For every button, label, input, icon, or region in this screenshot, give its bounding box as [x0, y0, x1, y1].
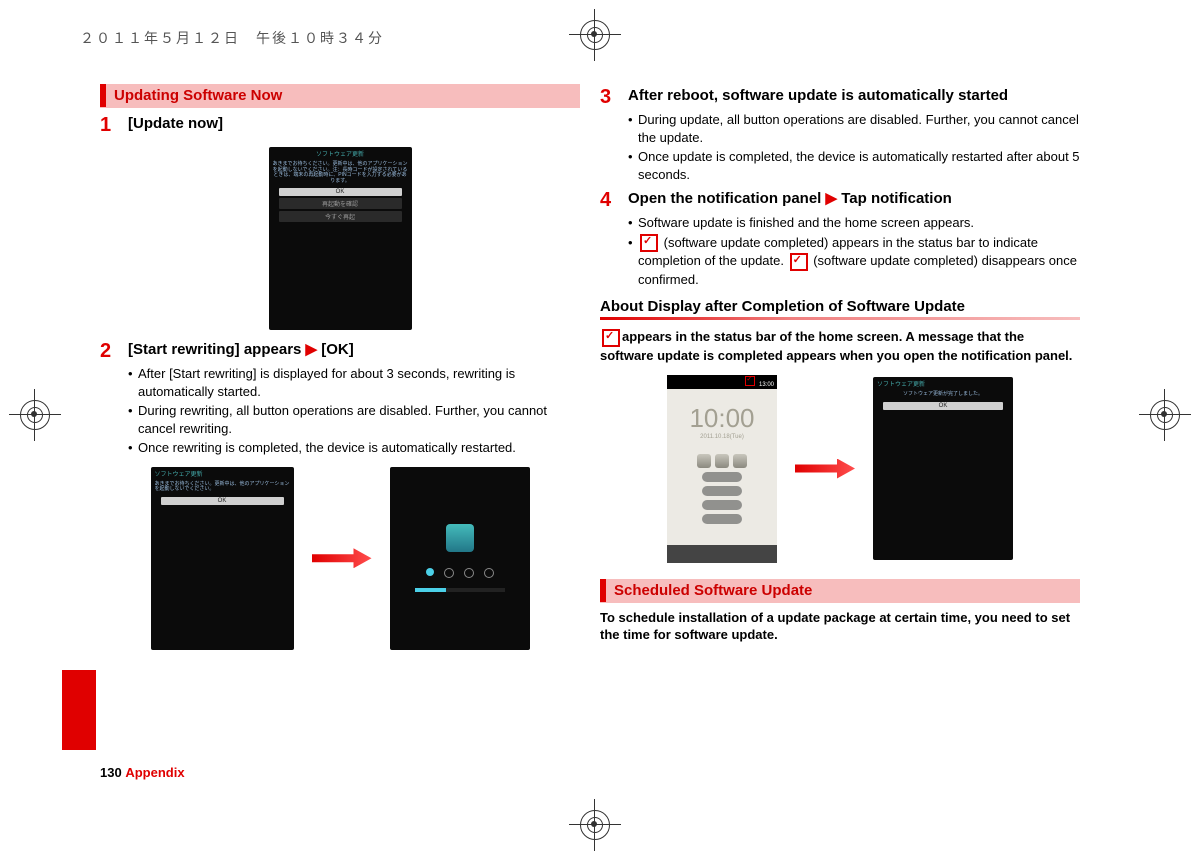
home-pill: [702, 514, 742, 524]
screenshot-1: ソフトウェア更新 あきまでお待ちください。更新中は、他のアプリケーションを起動し…: [100, 147, 580, 330]
completion-paragraph: appears in the status bar of the home sc…: [600, 328, 1080, 364]
status-bar: 13:00: [667, 375, 777, 389]
dialog-title: ソフトウェア更新: [873, 377, 1013, 390]
arrow-icon: [795, 459, 855, 479]
step-4-bullets: Software update is finished and the home…: [628, 214, 1080, 288]
bullet-item: (software update completed) appears in t…: [628, 234, 1080, 289]
dialog-ok-button[interactable]: OK: [883, 402, 1003, 410]
edge-tab: [62, 670, 96, 750]
section-header-updating-now: Updating Software Now: [100, 84, 580, 108]
dialog-body: あきまでお待ちください。更新中は、他のアプリケーションを起動しないでください。: [151, 480, 294, 495]
right-column: 3 After reboot, software update is autom…: [600, 80, 1080, 780]
dialog-message: ソフトウェア更新が完了しました。: [873, 390, 1013, 400]
step-title-part-b: Tap notification: [837, 190, 952, 207]
step-1: 1 [Update now]: [100, 114, 580, 137]
step-title: Open the notification panel ▶ Tap notifi…: [628, 189, 952, 209]
footer-section: Appendix: [125, 765, 184, 780]
phone-mockup-complete-dialog: ソフトウェア更新 ソフトウェア更新が完了しました。 OK: [873, 377, 1013, 560]
subheading: About Display after Completion of Softwa…: [600, 298, 1080, 315]
bullet-item: After [Start rewriting] is displayed for…: [128, 365, 580, 400]
step-number: 2: [100, 340, 128, 363]
home-pill: [702, 486, 742, 496]
dialog-title: ソフトウェア更新: [269, 147, 412, 160]
phone-mockup-home: 13:00 10:00 2011.10.18(Tue): [667, 375, 777, 563]
dialog-ok-button[interactable]: OK: [161, 497, 284, 505]
home-dock: [667, 545, 777, 563]
page-content: Updating Software Now 1 [Update now] ソフト…: [100, 80, 1080, 780]
home-clock: 10:00: [667, 403, 777, 434]
home-pill: [702, 472, 742, 482]
progress-dots: [426, 568, 494, 578]
page-number: 130: [100, 765, 122, 780]
phone-mockup-dialog: ソフトウェア更新 あきまでお待ちください。更新中は、他のアプリケーションを起動し…: [269, 147, 412, 330]
step-title: [Update now]: [128, 114, 223, 134]
step-title: After reboot, software update is automat…: [628, 86, 1008, 106]
registration-mark-top: [580, 20, 610, 50]
registration-mark-bottom: [580, 810, 610, 840]
home-apps: [667, 454, 777, 468]
step-4: 4 Open the notification panel ▶ Tap noti…: [600, 189, 1080, 212]
phone-mockup-rewriting: ソフトウェア更新 あきまでお待ちください。更新中は、他のアプリケーションを起動し…: [151, 467, 294, 650]
screenshot-row-2: ソフトウェア更新 あきまでお待ちください。更新中は、他のアプリケーションを起動し…: [100, 467, 580, 650]
bullet-item: Once rewriting is completed, the device …: [128, 439, 580, 457]
step-number: 3: [600, 86, 628, 109]
bullet-item: Software update is finished and the home…: [628, 214, 1080, 232]
section-header-text: Updating Software Now: [100, 84, 290, 107]
paragraph-text: appears in the status bar of the home sc…: [600, 329, 1072, 363]
bullet-item: During update, all button operations are…: [628, 111, 1080, 146]
heading-underline: [600, 317, 1080, 320]
dialog-ok-button[interactable]: OK: [279, 188, 402, 196]
update-complete-icon: [602, 329, 620, 347]
home-date: 2011.10.18(Tue): [667, 434, 777, 440]
step-title-part-b: [OK]: [317, 341, 354, 358]
registration-mark-right: [1150, 400, 1180, 430]
step-title-part-a: [Start rewriting] appears: [128, 341, 306, 358]
arrow-icon: [312, 548, 372, 568]
update-complete-icon: [640, 234, 658, 252]
registration-mark-left: [20, 400, 50, 430]
bullet-item: During rewriting, all button operations …: [128, 402, 580, 437]
step-title-part-a: Open the notification panel: [628, 190, 826, 207]
step-title: [Start rewriting] appears ▶ [OK]: [128, 340, 354, 360]
triangle-icon: ▶: [306, 341, 318, 358]
update-complete-icon: [790, 253, 808, 271]
left-column: Updating Software Now 1 [Update now] ソフト…: [100, 80, 580, 780]
phone-mockup-boot: [390, 467, 530, 650]
page-footer: 130 Appendix: [100, 765, 185, 780]
status-time: 13:00: [759, 382, 774, 388]
boot-icon: [446, 524, 474, 552]
dialog-title: ソフトウェア更新: [151, 467, 294, 480]
step-number: 4: [600, 189, 628, 212]
screenshot-row-3: 13:00 10:00 2011.10.18(Tue) ソフトウェア更新 ソフト…: [600, 375, 1080, 563]
step-3-bullets: During update, all button operations are…: [628, 111, 1080, 183]
scheduled-paragraph: To schedule installation of a update pac…: [600, 609, 1080, 644]
section-header-scheduled: Scheduled Software Update: [600, 579, 1080, 603]
step-2-bullets: After [Start rewriting] is displayed for…: [128, 365, 580, 457]
step-3: 3 After reboot, software update is autom…: [600, 86, 1080, 109]
step-number: 1: [100, 114, 128, 137]
home-pill: [702, 500, 742, 510]
section-header-text: Scheduled Software Update: [600, 579, 820, 602]
bullet-item: Once update is completed, the device is …: [628, 148, 1080, 183]
triangle-icon: ▶: [826, 190, 838, 207]
update-complete-icon: [745, 376, 755, 386]
step-2: 2 [Start rewriting] appears ▶ [OK]: [100, 340, 580, 363]
dialog-body: あきまでお待ちください。更新中は、他のアプリケーションを起動しないでください。注…: [269, 160, 412, 186]
progress-bar: [415, 588, 505, 592]
dialog-button-3[interactable]: 今すぐ再起: [279, 211, 402, 222]
print-timestamp: ２０１１年５月１２日 午後１０時３４分: [80, 28, 384, 48]
dialog-button-2[interactable]: 再起動を確認: [279, 198, 402, 209]
